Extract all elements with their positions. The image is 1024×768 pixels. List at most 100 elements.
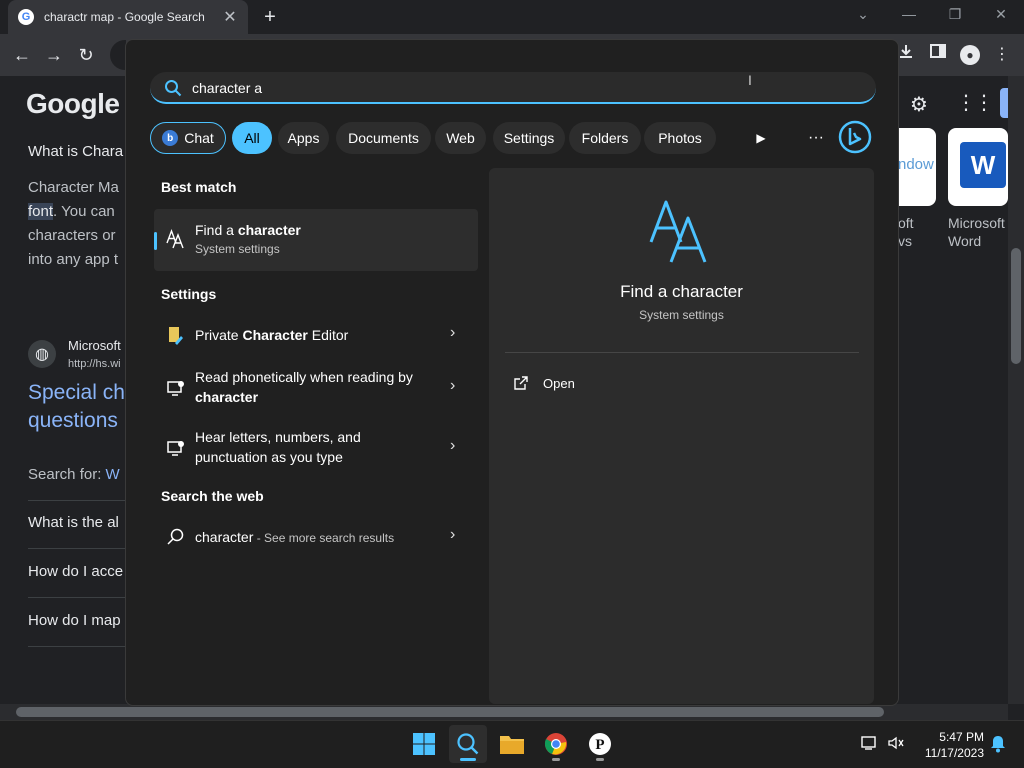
faq-question[interactable]: What is the al	[28, 514, 119, 531]
taskbar-search-button[interactable]	[449, 725, 487, 763]
back-icon[interactable]: ←	[10, 43, 34, 67]
forward-icon[interactable]: →	[42, 43, 66, 67]
chevron-right-icon: ›	[450, 526, 456, 543]
google-logo[interactable]: Google	[26, 88, 120, 120]
search-icon	[457, 733, 479, 755]
answer-line: into any app t	[28, 251, 119, 268]
best-match-heading: Best match	[161, 179, 237, 195]
profile-avatar-icon[interactable]: ●	[960, 45, 980, 65]
windows-start-icon	[413, 733, 435, 755]
text-cursor-icon: I	[748, 72, 752, 88]
search-for-label: Search for:	[28, 466, 106, 483]
close-window-icon[interactable]: ✕	[986, 4, 1016, 24]
result-title: Private Character Editor	[195, 327, 349, 343]
search-for-link[interactable]: W	[106, 466, 120, 483]
preview-title: Find a character	[620, 282, 743, 301]
browser-tab[interactable]: G charactr map - Google Search ✕	[8, 0, 248, 34]
filter-settings[interactable]: Settings	[493, 122, 565, 154]
vertical-scrollbar[interactable]	[1008, 76, 1024, 704]
horizontal-scrollbar[interactable]	[0, 704, 1008, 720]
sign-in-button[interactable]	[1000, 88, 1008, 118]
chrome-menu-icon[interactable]: ⋮	[990, 43, 1014, 67]
filter-folders[interactable]: Folders	[569, 122, 641, 154]
bing-icon[interactable]	[838, 120, 872, 154]
chevron-right-icon: ›	[450, 437, 456, 454]
setting-result[interactable]: Hear letters, numbers, and punctuation as…	[154, 426, 478, 468]
scrollbar-thumb[interactable]	[1011, 248, 1021, 364]
search-icon	[165, 80, 182, 97]
tab-title: charactr map - Google Search	[44, 10, 205, 24]
chevron-right-icon: ›	[450, 324, 456, 341]
result-title[interactable]: Special ch	[28, 381, 125, 405]
filter-documents[interactable]: Documents	[336, 122, 431, 154]
taskbar-p-app[interactable]: P	[581, 725, 619, 763]
answer-line: characters or	[28, 227, 116, 244]
card-label[interactable]: oft vs	[898, 214, 914, 250]
setting-result[interactable]: Read phonetically when reading by charact…	[154, 366, 478, 408]
settings-heading: Settings	[161, 286, 217, 302]
scrollbar-thumb[interactable]	[16, 707, 884, 717]
taskbar-chrome[interactable]	[537, 725, 575, 763]
google-favicon-icon: G	[18, 9, 34, 25]
filter-photos[interactable]: Photos	[644, 122, 716, 154]
private-character-editor-icon	[169, 327, 183, 345]
filter-web[interactable]: Web	[435, 122, 486, 154]
folder-icon	[500, 736, 524, 754]
find-character-icon	[166, 229, 184, 249]
start-button[interactable]	[405, 725, 443, 763]
result-source-url[interactable]: http://hs.wi	[68, 358, 121, 370]
narrator-icon	[167, 441, 184, 456]
card-label[interactable]: Microsoft Word	[948, 214, 1005, 250]
search-box[interactable]	[150, 72, 876, 104]
result-title: Read phonetically when reading by charact…	[195, 369, 413, 405]
filter-chat[interactable]: b Chat	[150, 122, 226, 154]
tab-close-icon[interactable]: ✕	[222, 7, 238, 27]
answer-line: font. You can	[28, 203, 115, 220]
result-title: Hear letters, numbers, and punctuation as…	[195, 429, 361, 465]
new-tab-button[interactable]: +	[258, 5, 282, 29]
network-icon[interactable]	[860, 735, 880, 755]
scroll-filters-icon[interactable]: ▶	[747, 122, 775, 154]
tab-search-chevron-icon[interactable]: ⌄	[848, 4, 878, 24]
windows-card-tile: ndow	[898, 156, 934, 173]
search-web-heading: Search the web	[161, 488, 264, 504]
open-external-icon	[514, 376, 528, 390]
open-action[interactable]: Open	[513, 372, 575, 394]
taskbar: P 5:47 PM 11/17/2023	[0, 720, 1024, 768]
clock-date: 11/17/2023	[924, 746, 984, 760]
running-indicator	[552, 758, 560, 761]
taskbar-file-explorer[interactable]	[493, 725, 531, 763]
reload-icon[interactable]: ↻	[74, 43, 98, 67]
faq-question[interactable]: What is Chara	[28, 143, 123, 160]
highlighted-word: font	[28, 203, 54, 220]
search-input[interactable]	[192, 76, 832, 100]
result-source-name[interactable]: Microsoft	[68, 338, 121, 353]
notification-bell-icon[interactable]	[988, 735, 1008, 755]
filter-apps[interactable]: Apps	[278, 122, 329, 154]
faq-question[interactable]: How do I acce	[28, 563, 123, 580]
taskbar-clock[interactable]: 5:47 PM 11/17/2023	[912, 729, 984, 761]
answer-line: Character Ma	[28, 179, 119, 196]
web-search-result[interactable]: character - See more search results ›	[154, 522, 478, 552]
address-bar[interactable]	[110, 40, 126, 70]
filter-all[interactable]: All	[232, 122, 272, 154]
setting-result[interactable]: Private Character Editor ›	[154, 320, 478, 350]
word-card[interactable]: W	[948, 128, 1008, 206]
divider	[505, 352, 859, 353]
divider	[28, 548, 128, 549]
search-filters: b Chat All Apps Documents Web Settings Fo…	[150, 120, 876, 154]
faq-question[interactable]: How do I map	[28, 612, 121, 629]
result-subtitle: System settings	[195, 242, 280, 256]
best-match-result[interactable]: Find a character System settings	[154, 209, 478, 271]
minimize-icon[interactable]: —	[894, 4, 924, 24]
settings-gear-icon[interactable]: ⚙	[910, 92, 928, 117]
windows-search-panel: bChat All Apps Documents Web Settings Fo…	[125, 39, 899, 706]
volume-muted-icon[interactable]	[886, 735, 906, 755]
p-app-icon: P	[589, 733, 611, 755]
result-title[interactable]: questions	[28, 409, 118, 433]
answer-text: . You can	[53, 203, 115, 220]
side-panel-icon[interactable]	[926, 43, 950, 67]
restore-icon[interactable]: ❐	[940, 4, 970, 24]
more-options-icon[interactable]: ···	[802, 122, 830, 154]
result-title: character - See more search results	[195, 529, 395, 545]
